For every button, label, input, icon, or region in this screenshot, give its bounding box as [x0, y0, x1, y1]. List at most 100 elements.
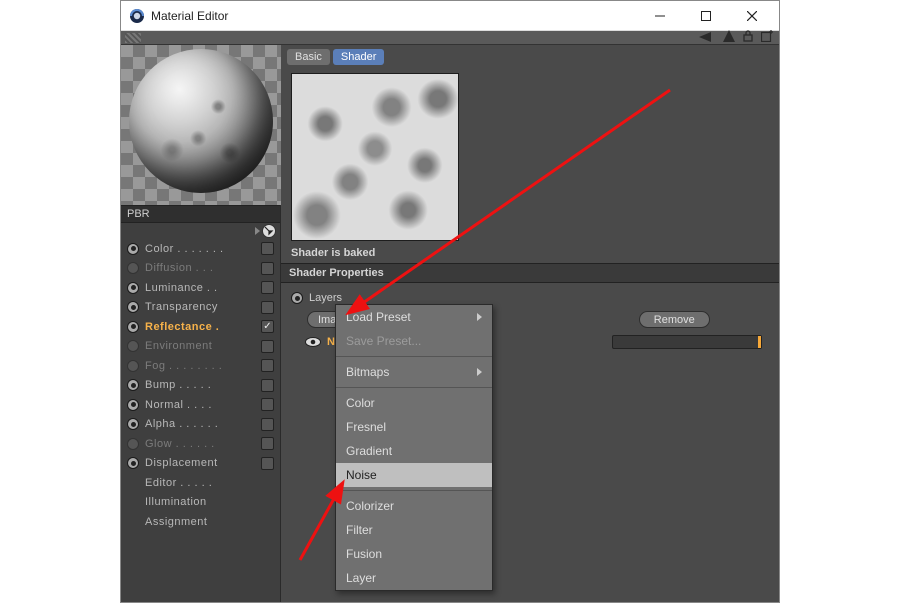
channel-list: Color . . . . . . . Diffusion . . . Lumina… [121, 239, 280, 602]
shader-context-menu: Load Preset Save Preset... Bitmaps Color… [335, 304, 493, 591]
submenu-arrow-icon [477, 368, 482, 376]
tab-shader[interactable]: Shader [333, 49, 384, 65]
app-icon [129, 8, 145, 24]
channel-checkbox[interactable] [261, 457, 274, 470]
menu-filter[interactable]: Filter [336, 518, 492, 542]
channel-radio[interactable] [127, 301, 139, 313]
menu-separator [336, 356, 492, 357]
channel-row[interactable]: Illumination [121, 493, 280, 513]
channel-label: Luminance . . [145, 282, 255, 294]
eye-icon[interactable] [305, 336, 321, 348]
channel-row[interactable]: Reflectance . [121, 317, 280, 337]
material-name[interactable]: PBR [127, 208, 274, 220]
menu-load-preset[interactable]: Load Preset [336, 305, 492, 329]
channel-row[interactable]: Displacement [121, 454, 280, 474]
preview-sphere-icon [129, 49, 273, 193]
tab-basic[interactable]: Basic [287, 49, 330, 65]
menu-save-preset-label: Save Preset... [346, 334, 421, 348]
channel-row[interactable]: Glow . . . . . . [121, 434, 280, 454]
channel-radio[interactable] [127, 340, 139, 352]
submenu-arrow-icon [477, 313, 482, 321]
new-tab-icon[interactable] [761, 30, 773, 45]
channel-row[interactable]: Color . . . . . . . [121, 239, 280, 259]
minimize-button[interactable] [637, 1, 683, 31]
menu-fresnel[interactable]: Fresnel [336, 415, 492, 439]
channel-label: Editor . . . . . [145, 477, 255, 489]
channel-label: Glow . . . . . . [145, 438, 255, 450]
channel-row[interactable]: Fog . . . . . . . . [121, 356, 280, 376]
channel-row[interactable]: Environment [121, 337, 280, 357]
channel-label: Displacement [145, 457, 255, 469]
channel-row[interactable]: Diffusion . . . [121, 259, 280, 279]
expand-arrow-icon[interactable] [255, 227, 260, 235]
channel-row[interactable]: Editor . . . . . [121, 473, 280, 493]
channel-checkbox[interactable] [261, 340, 274, 353]
channel-radio[interactable] [127, 457, 139, 469]
maximize-button[interactable] [683, 1, 729, 31]
channel-row[interactable]: Assignment [121, 512, 280, 532]
channel-label: Environment [145, 340, 255, 352]
menu-gradient[interactable]: Gradient [336, 439, 492, 463]
channel-radio[interactable] [127, 418, 139, 430]
shader-preview[interactable] [291, 73, 459, 241]
material-name-tools [121, 223, 280, 239]
menu-noise[interactable]: Noise [336, 463, 492, 487]
material-name-bar: PBR [121, 205, 280, 223]
menu-color[interactable]: Color [336, 391, 492, 415]
tabs-row: Basic Shader [281, 45, 779, 69]
menu-fusion[interactable]: Fusion [336, 542, 492, 566]
channel-checkbox[interactable] [261, 418, 274, 431]
picker-icon[interactable] [262, 224, 276, 238]
menu-colorizer[interactable]: Colorizer [336, 494, 492, 518]
channel-radio[interactable] [127, 282, 139, 294]
up-arrow-icon[interactable] [723, 30, 735, 45]
channel-label: Assignment [145, 516, 255, 528]
channel-row[interactable]: Transparency [121, 298, 280, 318]
menu-separator [336, 387, 492, 388]
channel-radio[interactable] [127, 399, 139, 411]
channel-checkbox[interactable] [261, 262, 274, 275]
channel-checkbox[interactable] [261, 281, 274, 294]
lock-icon[interactable] [743, 30, 753, 45]
channel-checkbox[interactable] [261, 301, 274, 314]
menu-load-preset-label: Load Preset [346, 310, 411, 324]
menu-separator [336, 490, 492, 491]
channel-label: Color . . . . . . . [145, 243, 255, 255]
shader-baked-label: Shader is baked [281, 245, 779, 263]
channel-radio[interactable] [127, 379, 139, 391]
channel-row[interactable]: Luminance . . [121, 278, 280, 298]
channel-checkbox[interactable] [261, 359, 274, 372]
channel-label: Bump . . . . . [145, 379, 255, 391]
drag-grip-icon[interactable] [125, 33, 141, 43]
menu-layer[interactable]: Layer [336, 566, 492, 590]
layers-label: Layers [309, 292, 342, 304]
material-preview[interactable] [121, 45, 281, 205]
channel-checkbox[interactable] [261, 437, 274, 450]
channel-row[interactable]: Normal . . . . [121, 395, 280, 415]
channel-radio[interactable] [127, 438, 139, 450]
menu-bitmaps-label: Bitmaps [346, 365, 389, 379]
channel-label: Alpha . . . . . . [145, 418, 255, 430]
shader-properties-header: Shader Properties [281, 263, 779, 283]
channel-radio[interactable] [127, 321, 139, 333]
channel-label: Reflectance . [145, 321, 255, 333]
channel-checkbox[interactable] [261, 242, 274, 255]
close-button[interactable] [729, 1, 775, 31]
channel-row[interactable]: Bump . . . . . [121, 376, 280, 396]
channel-row[interactable]: Alpha . . . . . . [121, 415, 280, 435]
window-controls [637, 1, 775, 31]
channel-radio[interactable] [127, 360, 139, 372]
layers-radio[interactable] [291, 292, 303, 304]
window-title: Material Editor [151, 9, 637, 23]
channel-radio[interactable] [127, 243, 139, 255]
menu-bitmaps[interactable]: Bitmaps [336, 360, 492, 384]
channel-checkbox[interactable] [261, 320, 274, 333]
opacity-slider[interactable] [612, 335, 762, 349]
channel-checkbox[interactable] [261, 398, 274, 411]
channel-label: Diffusion . . . [145, 262, 255, 274]
channel-checkbox[interactable] [261, 379, 274, 392]
channel-radio[interactable] [127, 262, 139, 274]
remove-button[interactable]: Remove [639, 311, 710, 328]
menu-save-preset[interactable]: Save Preset... [336, 329, 492, 353]
back-arrow-icon[interactable] [699, 31, 715, 45]
